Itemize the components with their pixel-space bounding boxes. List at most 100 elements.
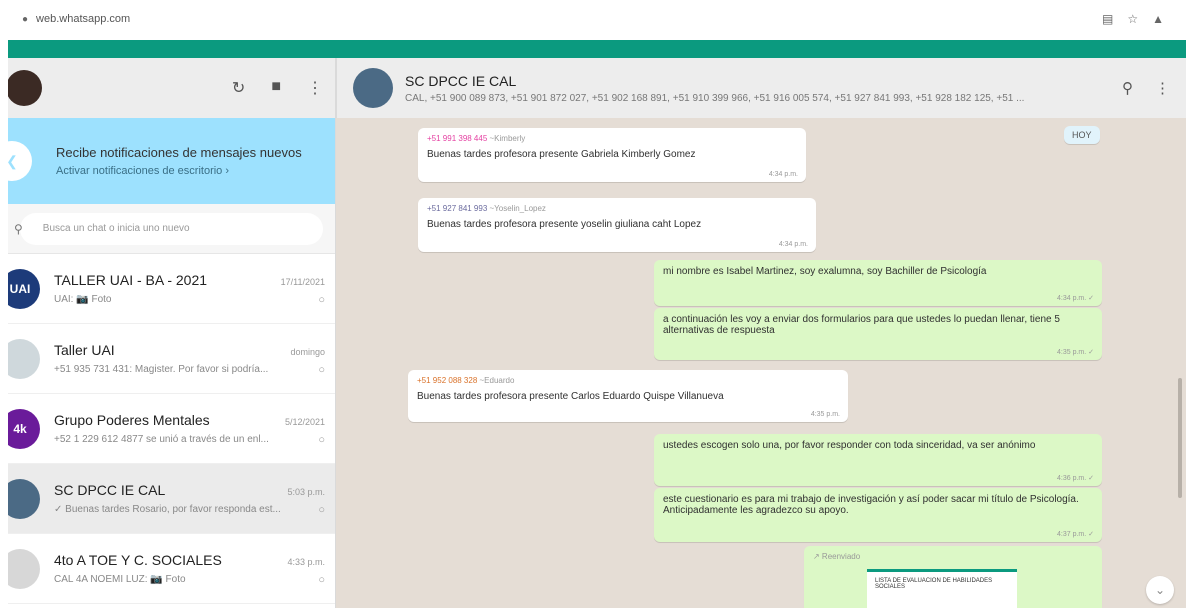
incoming-message[interactable]: +51 952 088 328 ~Eduardo Buenas tardes pr… [408, 370, 848, 422]
chat-time: 5/12/2021 [284, 416, 325, 427]
forwarded-label: ↗ Reenviado [813, 552, 861, 561]
message-text: Buenas tardes profesora presente yoselin… [427, 219, 702, 230]
chat-list-item[interactable]: 4to A TOE Y C. SOCIALES 4:33 p.m. CAL 4A N… [8, 534, 335, 604]
chat-preview: ✓ Buenas tardes Rosario, por favor respo… [54, 504, 281, 515]
search-input[interactable]: ⚲ Busca un chat o inicia uno nuevo [14, 212, 323, 245]
message-text: mi nombre es Isabel Martinez, soy exalum… [663, 266, 987, 277]
outgoing-message[interactable]: a continuación les voy a enviar dos form… [654, 308, 1102, 360]
notification-banner[interactable]: ❮ Recibe notificaciones de mensajes nuev… [8, 118, 335, 204]
conversation-header[interactable]: SC DPCC IE CAL CAL, +51 900 089 873, +51… [336, 58, 1186, 118]
chat-list-item[interactable]: 4k Grupo Poderes Mentales 5/12/2021 +52 1 2… [8, 394, 335, 464]
chat-list-item[interactable]: UAI TALLER UAI - BA - 2021 17/11/2021 UAI: … [8, 254, 335, 324]
message-sender[interactable]: +51 927 841 993 ~Yoselin_Lopez [427, 204, 807, 213]
document-preview[interactable]: LISTA DE EVALUACION DE HABILIDADES SOCIA… [867, 569, 1017, 608]
message-time: 4:36 p.m. ✓ [1057, 475, 1094, 482]
outgoing-message[interactable]: ↗ Reenviado LISTA DE EVALUACION DE HABILI… [804, 546, 1102, 608]
chat-item-header: 4to A TOE Y C. SOCIALES 4:33 p.m. [54, 552, 325, 568]
browser-toolbar-icons: ▤ ☆ ▲ [1102, 12, 1164, 26]
star-icon[interactable]: ☆ [1127, 12, 1138, 26]
chat-preview: +52 1 229 612 4877 se unió a través de u… [54, 434, 269, 445]
chat-preview: +51 935 731 431: Magister. Por favor si … [54, 364, 269, 375]
chat-time: 5:03 p.m. [287, 486, 325, 497]
chat-avatar[interactable]: 4k [8, 408, 40, 449]
chat-item-footer: UAI: 📷 Foto ○ [54, 294, 325, 306]
chat-item-footer: CAL 4A NOEMI LUZ: 📷 Foto ○ [54, 574, 325, 586]
mute-icon: ○ [318, 433, 325, 446]
chat-avatar[interactable] [8, 478, 40, 519]
incoming-message[interactable]: +51 927 841 993 ~Yoselin_Lopez Buenas tar… [418, 198, 816, 252]
conversation-panel: SC DPCC IE CAL CAL, +51 900 089 873, +51… [336, 58, 1186, 608]
outgoing-message[interactable]: mi nombre es Isabel Martinez, soy exalum… [654, 260, 1102, 306]
chat-item-body: SC DPCC IE CAL 5:03 p.m. ✓ Buenas tardes R… [54, 482, 335, 516]
chat-name: 4to A TOE Y C. SOCIALES [54, 551, 222, 568]
whatsapp-app: ↻ ■ ⋮ ❮ Recibe notificaciones de mensaje… [8, 58, 1186, 608]
chat-time: 4:33 p.m. [287, 556, 325, 567]
chat-item-footer: +51 935 731 431: Magister. Por favor si … [54, 364, 325, 376]
chat-item-body: 4to A TOE Y C. SOCIALES 4:33 p.m. CAL 4A N… [54, 552, 335, 586]
sender-alias: ~Kimberly [487, 134, 526, 143]
incoming-message[interactable]: +51 991 398 445 ~Kimberly Buenas tardes p… [418, 128, 806, 182]
chat-list: UAI TALLER UAI - BA - 2021 17/11/2021 UAI: … [8, 254, 335, 604]
mute-icon: ○ [318, 363, 325, 376]
sender-phone[interactable]: +51 927 841 993 [427, 204, 487, 213]
chat-avatar[interactable] [8, 548, 40, 589]
chat-name: SC DPCC IE CAL [54, 481, 166, 498]
chat-avatar[interactable]: UAI [8, 268, 40, 309]
message-text: Buenas tardes profesora presente Gabriel… [427, 149, 696, 160]
message-time: 4:35 p.m. [810, 411, 840, 418]
message-text: Buenas tardes profesora presente Carlos … [417, 391, 724, 402]
outgoing-message[interactable]: ustedes escogen solo una, por favor resp… [654, 434, 1102, 486]
sidebar-header-icons: ↻ ■ ⋮ [232, 78, 323, 98]
chat-avatar[interactable] [8, 338, 40, 379]
scrollbar[interactable] [1178, 378, 1182, 498]
chat-name: Grupo Poderes Mentales [54, 411, 210, 428]
menu-icon[interactable]: ⋮ [307, 78, 323, 98]
chat-item-body: TALLER UAI - BA - 2021 17/11/2021 UAI: 📷 F… [54, 272, 335, 306]
chat-list-item[interactable]: Taller UAI domingo +51 935 731 431: Magist… [8, 324, 335, 394]
menu-icon[interactable]: ⋮ [1155, 79, 1170, 97]
chat-item-body: Taller UAI domingo +51 935 731 431: Magist… [54, 342, 335, 376]
url-text[interactable]: web.whatsapp.com [36, 13, 130, 25]
reader-icon[interactable]: ▤ [1102, 12, 1113, 26]
chat-item-header: Taller UAI domingo [54, 342, 325, 358]
extension-icon[interactable]: ▲ [1152, 12, 1164, 26]
chat-preview: CAL 4A NOEMI LUZ: 📷 Foto [54, 574, 186, 585]
sidebar-header: ↻ ■ ⋮ [8, 58, 335, 118]
message-sender[interactable]: +51 991 398 445 ~Kimberly [427, 134, 797, 143]
chat-time: domingo [290, 346, 325, 357]
chat-time: 17/11/2021 [280, 276, 325, 287]
message-time: 4:35 p.m. ✓ [1057, 349, 1094, 356]
outgoing-message[interactable]: este cuestionario es para mi trabajo de … [654, 488, 1102, 542]
search-bar: ⚲ Busca un chat o inicia uno nuevo [8, 204, 335, 254]
profile-avatar[interactable] [8, 70, 42, 106]
document-title: LISTA DE EVALUACION DE HABILIDADES SOCIA… [875, 578, 993, 590]
sender-alias: ~Eduardo [477, 376, 515, 385]
status-icon[interactable]: ↻ [232, 78, 245, 98]
message-time: 4:34 p.m. ✓ [1057, 295, 1094, 302]
group-members: CAL, +51 900 089 873, +51 901 872 027, +… [405, 92, 1025, 104]
sender-phone[interactable]: +51 991 398 445 [427, 134, 487, 143]
message-text: a continuación les voy a enviar dos form… [663, 314, 1060, 336]
sender-phone[interactable]: +51 952 088 328 [417, 376, 477, 385]
message-text: este cuestionario es para mi trabajo de … [663, 494, 1079, 516]
chat-item-footer: +52 1 229 612 4877 se unió a través de u… [54, 434, 325, 446]
brand-banner [8, 40, 1186, 58]
search-placeholder: Busca un chat o inicia uno nuevo [42, 223, 190, 234]
chevron-down-icon: ⌄ [1154, 583, 1166, 597]
enable-notifications-link[interactable]: Activar notificaciones de escritorio › [56, 165, 302, 177]
mute-icon: ○ [318, 503, 325, 516]
scroll-down-button[interactable]: ⌄ [1146, 576, 1174, 604]
sender-alias: ~Yoselin_Lopez [487, 204, 546, 213]
message-sender[interactable]: +51 952 088 328 ~Eduardo [417, 376, 839, 385]
search-icon[interactable]: ⚲ [1122, 79, 1133, 97]
search-icon: ⚲ [14, 221, 23, 236]
chat-item-footer: ✓ Buenas tardes Rosario, por favor respo… [54, 504, 325, 516]
group-avatar[interactable] [353, 68, 393, 108]
new-chat-icon[interactable]: ■ [271, 78, 281, 98]
notification-bell-icon: ❮ [8, 141, 32, 181]
chat-list-item[interactable]: SC DPCC IE CAL 5:03 p.m. ✓ Buenas tardes R… [8, 464, 335, 534]
browser-address-bar[interactable]: ● web.whatsapp.com ▤ ☆ ▲ [0, 0, 1186, 38]
message-time: 4:34 p.m. [778, 241, 808, 248]
message-list: HOY +51 991 398 445 ~Kimberly Buenas tard… [336, 118, 1186, 608]
chat-item-body: Grupo Poderes Mentales 5/12/2021 +52 1 229… [54, 412, 335, 446]
